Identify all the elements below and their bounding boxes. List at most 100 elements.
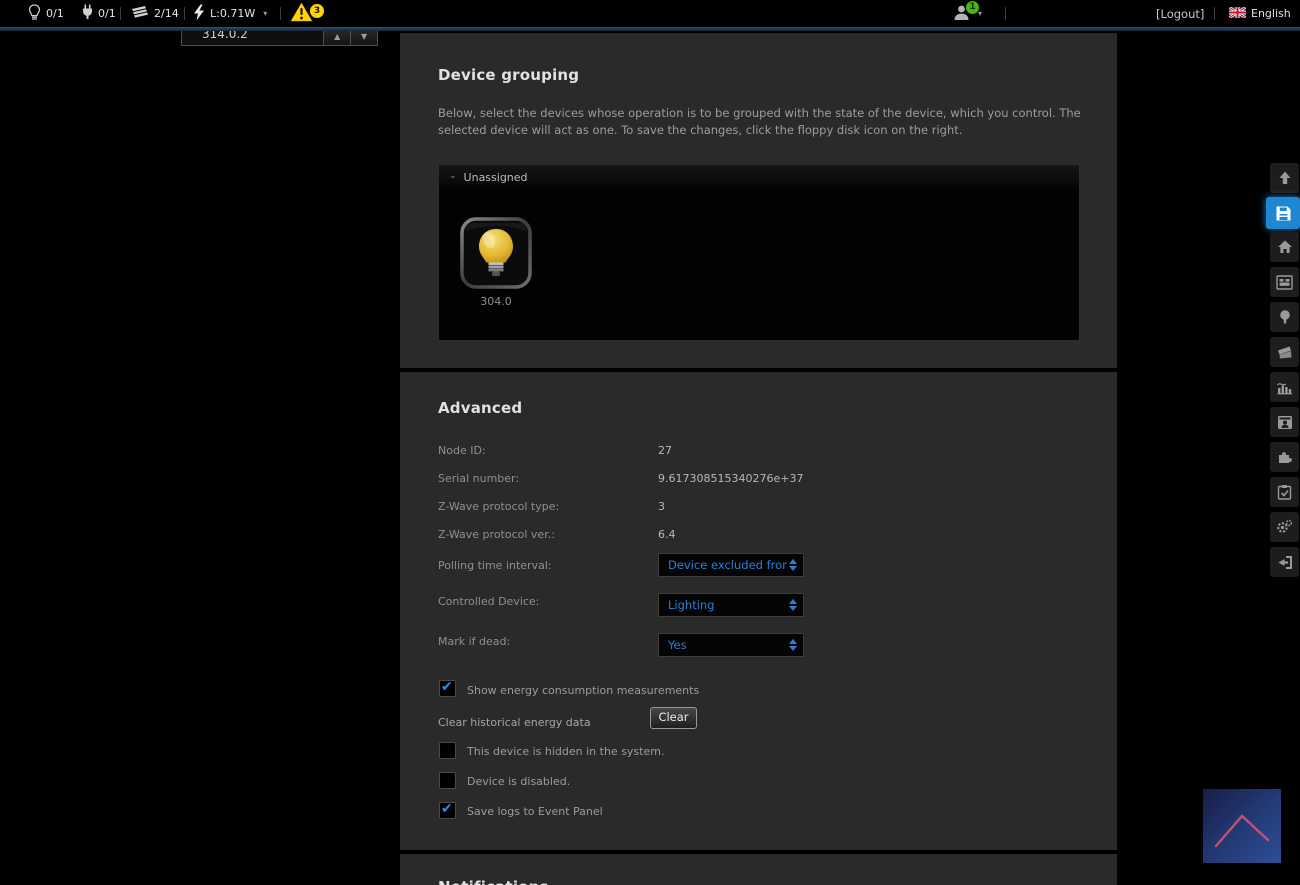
polling-interval-select[interactable]: Device excluded from (658, 553, 804, 577)
section-title: Notifications (438, 878, 549, 885)
language-selector[interactable]: English (1229, 0, 1291, 27)
mark-if-dead-select[interactable]: Yes (658, 633, 804, 657)
arrow-up-icon (1277, 170, 1293, 186)
notifications-section: Notifications (400, 854, 1117, 885)
sidebar-rooms-button[interactable] (1270, 267, 1299, 297)
plugins-icon (1277, 449, 1293, 465)
device-grouping-box: ⌄ Unassigned (438, 164, 1080, 341)
user-count-badge: 1 (966, 1, 979, 14)
energy-chart-icon (1276, 380, 1293, 395)
controlled-device-select[interactable]: Lighting (658, 593, 804, 617)
sidebar-save-button[interactable] (1266, 197, 1300, 229)
select-value: Yes (659, 634, 787, 656)
topbar-divider (1005, 7, 1006, 20)
outlets-status[interactable]: 0/1 (82, 0, 116, 27)
outlets-count: 0/1 (98, 7, 116, 20)
device-disabled-checkbox[interactable]: ✔ (439, 772, 456, 789)
device-grouping-section: Device grouping Below, select the device… (400, 33, 1117, 368)
checkbox-label: Save logs to Event Panel (467, 805, 603, 818)
topbar-accent-line (0, 27, 1300, 31)
section-title: Device grouping (438, 66, 579, 84)
chevron-down-icon: ▾ (263, 9, 267, 18)
logout-button[interactable]: [Logout] (1156, 0, 1204, 27)
chevron-down-icon: ▾ (978, 9, 982, 18)
home-icon (1277, 239, 1293, 255)
logo-chevron-icon (1203, 789, 1281, 863)
language-label: English (1251, 7, 1291, 20)
sidebar-home-button[interactable] (1270, 232, 1299, 262)
lights-count: 0/1 (46, 7, 64, 20)
sidebar-devices-button[interactable] (1270, 302, 1299, 332)
field-label: Polling time interval: (438, 559, 552, 572)
rooms-icon (1276, 275, 1293, 290)
devices-icon (1278, 309, 1292, 325)
user-icon: 1 (953, 4, 970, 24)
gear-icon (1276, 519, 1293, 535)
field-label: Controlled Device: (438, 595, 539, 608)
group-label: Unassigned (464, 171, 528, 184)
check-icon: ✔ (441, 679, 453, 695)
sidebar-configuration-button[interactable] (1270, 512, 1299, 542)
select-arrows-icon (789, 559, 797, 571)
arrow-down-icon: ▼ (361, 32, 367, 41)
access-control-icon (1277, 415, 1293, 430)
sidebar-backup-button[interactable] (1270, 477, 1299, 507)
blinds-icon (130, 5, 149, 23)
checkbox-label: Device is disabled. (467, 775, 570, 788)
device-grouping-description: Below, select the devices whose operatio… (438, 105, 1083, 139)
sidebar-plugins-button[interactable] (1270, 442, 1299, 472)
topbar-divider (1214, 7, 1215, 20)
topbar-divider (120, 7, 121, 20)
energy-value: L:0.71W (210, 7, 255, 20)
top-status-bar: 0/1 0/1 2/14 L:0.71W ▾ 3 1 ▾ [ (0, 0, 1300, 27)
sidebar-exit-button[interactable] (1270, 547, 1299, 577)
field-value: 9.617308515340276e+37 (658, 472, 803, 485)
lightning-icon (193, 4, 205, 24)
topbar-divider (184, 7, 185, 20)
lightbulb-device-icon (460, 274, 532, 293)
exit-icon (1277, 555, 1293, 570)
device-hidden-checkbox[interactable]: ✔ (439, 742, 456, 759)
advanced-section: Advanced Node ID: 27 Serial number: 9.61… (400, 372, 1117, 850)
save-logs-checkbox[interactable]: ✔ (439, 802, 456, 819)
lightbulb-icon (28, 4, 41, 24)
scenes-icon (1276, 345, 1293, 360)
checkbox-label: This device is hidden in the system. (467, 745, 664, 758)
checkbox-label: Show energy consumption measurements (467, 684, 699, 697)
field-value: 3 (658, 500, 665, 513)
field-label: Z-Wave protocol type: (438, 500, 559, 513)
field-label: Serial number: (438, 472, 519, 485)
check-icon: ✔ (441, 801, 453, 817)
user-menu[interactable]: 1 ▾ (953, 0, 982, 27)
lights-status[interactable]: 0/1 (28, 0, 64, 27)
main-content: Device grouping Below, select the device… (400, 31, 1117, 885)
blinds-count: 2/14 (154, 7, 179, 20)
select-value: Device excluded from (659, 554, 787, 576)
group-unassigned-header[interactable]: ⌄ Unassigned (439, 165, 1079, 190)
energy-status[interactable]: L:0.71W ▾ (193, 0, 267, 27)
topbar-divider (280, 7, 281, 20)
sidebar-access-control-button[interactable] (1270, 407, 1299, 437)
arrow-up-icon: ▲ (334, 32, 340, 41)
clear-button[interactable]: Clear (650, 707, 697, 729)
select-arrows-icon (789, 639, 797, 651)
clear-energy-label: Clear historical energy data (438, 716, 591, 729)
chevron-down-icon: ⌄ (449, 171, 457, 181)
plug-icon (82, 4, 93, 23)
field-label: Z-Wave protocol ver.: (438, 528, 555, 541)
sidebar-scenes-button[interactable] (1270, 337, 1299, 367)
alerts-count-badge[interactable]: 3 (310, 4, 324, 18)
field-value: 27 (658, 444, 672, 457)
blinds-status[interactable]: 2/14 (130, 0, 179, 27)
field-label: Node ID: (438, 444, 486, 457)
select-value: Lighting (659, 594, 787, 616)
device-tile[interactable]: 304.0 (460, 217, 532, 308)
energy-measurements-checkbox[interactable]: ✔ (439, 680, 456, 697)
device-label: 304.0 (460, 295, 532, 308)
select-arrows-icon (789, 599, 797, 611)
clipboard-check-icon (1277, 484, 1292, 500)
sidebar-scroll-top-button[interactable] (1270, 163, 1299, 193)
brand-logo (1203, 789, 1281, 863)
sidebar-energy-panel-button[interactable] (1270, 372, 1299, 402)
save-icon (1275, 205, 1292, 222)
